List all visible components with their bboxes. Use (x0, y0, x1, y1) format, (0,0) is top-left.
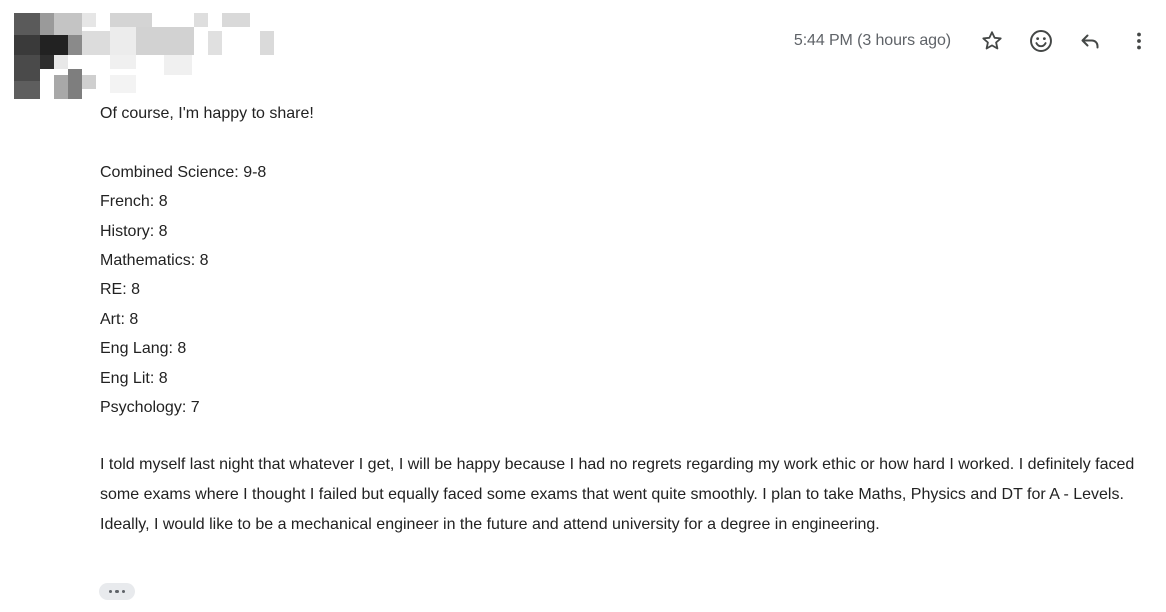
message-header-actions: 5:44 PM (3 hours ago) (794, 26, 1154, 56)
grade-line: Eng Lang: 8 (100, 340, 187, 358)
ellipsis-dot (115, 589, 119, 594)
grade-line: Art: 8 (100, 310, 139, 328)
ellipsis-dot (121, 589, 126, 594)
message-timestamp: 5:44 PM (3 hours ago) (793, 32, 951, 49)
add-reaction-button[interactable] (1026, 26, 1056, 56)
grades-list: Combined Science: 9-8 French: 8 History:… (100, 158, 1150, 423)
star-icon (982, 31, 1002, 50)
grade-line: French: 8 (100, 193, 168, 211)
grade-line: Mathematics: 8 (100, 252, 209, 270)
reply-icon (1081, 34, 1099, 49)
grade-line: Eng Lit: 8 (100, 369, 168, 387)
redacted-sender-info (14, 13, 279, 99)
star-button[interactable] (977, 26, 1007, 56)
grade-line: History: 8 (100, 222, 168, 240)
show-trimmed-content-button[interactable] (99, 583, 135, 600)
reply-button[interactable] (1075, 26, 1105, 56)
grade-line: Combined Science: 9-8 (100, 163, 267, 181)
ellipsis-dot (108, 589, 113, 594)
grade-line: Psychology: 7 (100, 399, 200, 417)
message-closing-paragraph: I told myself last night that whatever I… (100, 456, 1135, 533)
more-options-icon (1137, 32, 1141, 50)
emoji-reaction-icon (1030, 30, 1052, 52)
more-options-button[interactable] (1124, 26, 1154, 56)
message-body: Of course, I'm happy to share! Combined … (100, 99, 1150, 539)
grade-line: RE: 8 (100, 281, 141, 299)
message-greeting: Of course, I'm happy to share! (100, 105, 314, 122)
